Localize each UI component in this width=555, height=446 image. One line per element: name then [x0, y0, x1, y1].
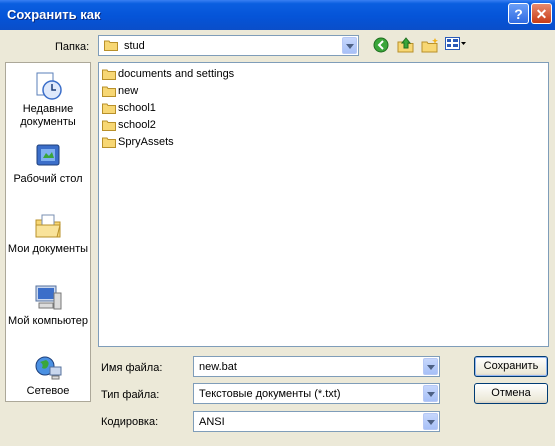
- folder-icon: [102, 86, 116, 97]
- place-label: Недавние документы: [20, 103, 76, 128]
- place-network[interactable]: Сетевое: [6, 353, 90, 398]
- file-list[interactable]: documents and settings new school1 schoo…: [98, 62, 549, 347]
- back-icon[interactable]: [373, 37, 389, 56]
- cancel-button[interactable]: Отмена: [474, 383, 548, 404]
- filetype-label: Тип файла:: [101, 389, 160, 401]
- place-desktop[interactable]: Рабочий стол: [6, 141, 90, 186]
- place-label: Сетевое: [26, 385, 70, 397]
- encoding-label: Кодировка:: [101, 416, 159, 428]
- file-name: SpryAssets: [118, 136, 174, 148]
- folder-icon: [102, 137, 116, 148]
- view-menu-icon[interactable]: [445, 37, 467, 54]
- place-label: Рабочий стол: [13, 173, 83, 185]
- encoding-value: ANSI: [199, 416, 225, 428]
- chevron-down-icon[interactable]: [423, 413, 438, 430]
- file-name: school2: [118, 119, 156, 131]
- filename-input[interactable]: new.bat: [193, 356, 440, 377]
- file-name: school1: [118, 102, 156, 114]
- place-recent-documents[interactable]: Недавние документы: [6, 71, 90, 129]
- recent-documents-icon: [36, 72, 62, 100]
- desktop-icon: [36, 144, 60, 166]
- title-bar[interactable]: Сохранить как ? ✕: [0, 0, 555, 30]
- filetype-dropdown[interactable]: Текстовые документы (*.txt): [193, 383, 440, 404]
- my-documents-icon: [35, 214, 61, 238]
- place-label: Мои документы: [7, 243, 89, 255]
- filename-label: Имя файла:: [101, 362, 163, 374]
- folder-icon: [102, 120, 116, 131]
- help-button[interactable]: ?: [508, 3, 529, 24]
- lookin-dropdown[interactable]: stud: [98, 35, 359, 56]
- place-my-computer[interactable]: Мой компьютер: [6, 283, 90, 328]
- file-name: documents and settings: [118, 68, 235, 80]
- folder-icon: [102, 103, 116, 114]
- up-folder-icon[interactable]: [397, 37, 415, 56]
- place-my-documents[interactable]: Мои документы: [6, 211, 90, 256]
- chevron-down-icon[interactable]: [423, 358, 438, 375]
- folder-icon: [104, 39, 118, 54]
- network-icon: [35, 356, 62, 380]
- my-computer-icon: [35, 285, 62, 310]
- lookin-label: Папка:: [55, 41, 90, 53]
- new-folder-icon[interactable]: [421, 37, 439, 56]
- places-bar: Недавние документы Рабочий стол Мои доку…: [5, 62, 91, 402]
- lookin-value: stud: [124, 40, 145, 52]
- chevron-down-icon[interactable]: [342, 37, 357, 54]
- window-title: Сохранить как: [7, 7, 101, 22]
- chevron-down-icon[interactable]: [423, 385, 438, 402]
- place-label: Мой компьютер: [7, 315, 89, 327]
- filetype-value: Текстовые документы (*.txt): [199, 388, 341, 400]
- filename-value: new.bat: [199, 361, 237, 373]
- folder-icon: [102, 69, 116, 80]
- file-name: new: [118, 85, 139, 97]
- save-button[interactable]: Сохранить: [474, 356, 548, 377]
- close-button[interactable]: ✕: [531, 3, 552, 24]
- save-as-dialog: Сохранить как ? ✕ Папка: stud Недавние д…: [0, 0, 555, 446]
- encoding-dropdown[interactable]: ANSI: [193, 411, 440, 432]
